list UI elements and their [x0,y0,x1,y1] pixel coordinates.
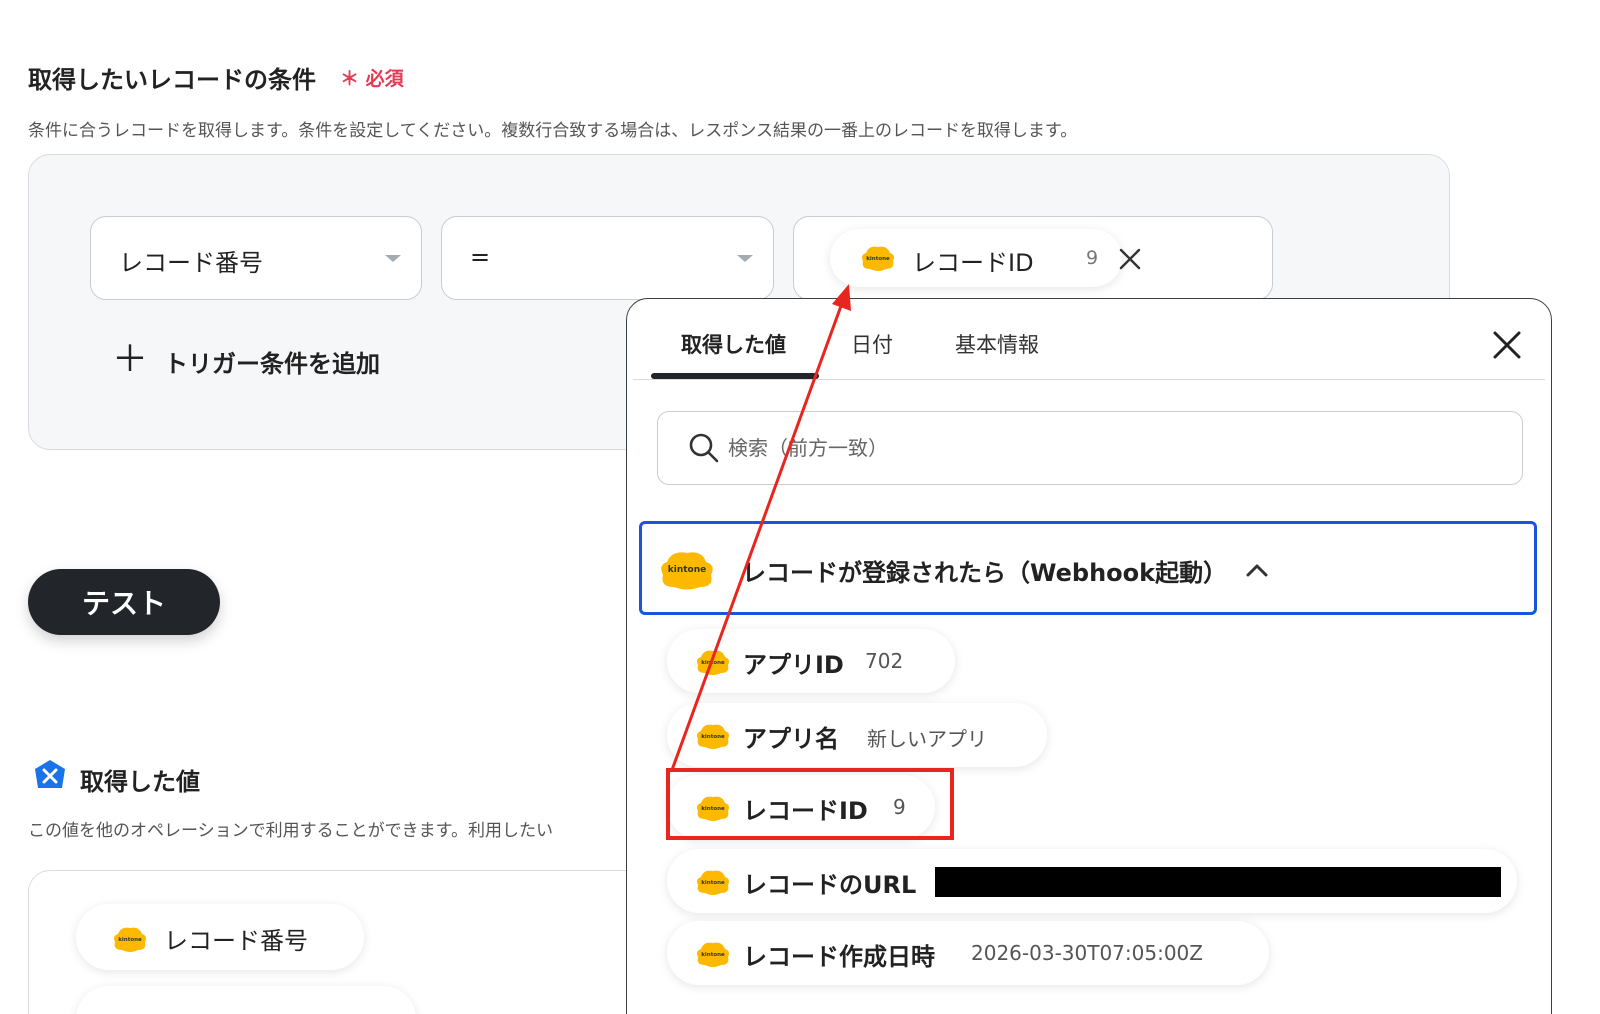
operator-select[interactable]: = [441,216,774,300]
svg-text:kintone: kintone [701,952,725,958]
list-item-record-created-at[interactable]: kintone レコード作成日時 2026-03-30T07:05:00Z [667,921,1269,985]
item-label: レコード作成日時 [743,943,935,971]
trigger-group-header[interactable]: kintone レコードが登録されたら（Webhook起動） [639,521,1537,615]
kintone-logo-icon: kintone [661,552,713,590]
list-item-app-name[interactable]: kintone アプリ名 新しいアプリ [667,703,1047,767]
condition-section-title: 取得したいレコードの条件 [28,66,316,94]
chevron-up-icon [1246,564,1268,577]
field-select[interactable]: レコード番号 [90,216,422,300]
required-badge: ＊ 必須 [340,68,404,90]
value-item-chip[interactable]: kintone レコード番号 [76,904,364,970]
search-icon [689,433,719,463]
tab-retrieved-values[interactable]: 取得した値 [681,329,786,359]
caret-down-icon [737,255,753,262]
search-input[interactable] [728,430,1428,466]
test-button[interactable]: テスト [28,569,220,635]
value-chip-label: レコードID [912,249,1034,277]
item-value: 702 [865,649,904,673]
svg-text:kintone: kintone [668,565,706,575]
kintone-logo-icon: kintone [114,927,146,952]
value-chip[interactable]: kintone レコードID 9 [830,229,1141,287]
operator-select-value: = [470,243,491,271]
item-label: アプリID [743,651,844,679]
search-field[interactable] [657,411,1523,485]
list-item-record-url[interactable]: kintone レコードのURL [667,849,1517,913]
redacted-value [935,867,1501,897]
variable-picker-dropdown: 取得した値 日付 基本情報 kintone レコードが登録されたら（Webhoo… [626,298,1552,1014]
item-value: 2026-03-30T07:05:00Z [971,941,1203,965]
plus-icon: ＋ [112,339,149,380]
add-condition-label: トリガー条件を追加 [164,350,380,378]
item-value: 新しいアプリ [867,727,987,751]
svg-text:kintone: kintone [118,937,142,943]
trigger-group-title: レコードが登録されたら（Webhook起動） [742,559,1228,587]
kintone-logo-icon: kintone [697,870,729,895]
field-select-value: レコード番号 [119,249,263,277]
value-item-chip[interactable] [76,986,416,1014]
tab-basic-info[interactable]: 基本情報 [955,329,1039,359]
list-item-app-id[interactable]: kintone アプリID 702 [667,629,955,693]
tab-date[interactable]: 日付 [851,329,893,359]
tab-divider [633,379,1545,380]
svg-text:kintone: kintone [866,256,890,262]
kintone-logo-icon: kintone [862,246,894,271]
kintone-logo-icon: kintone [697,650,729,675]
value-input[interactable]: kintone レコードID 9 [793,216,1273,300]
kintone-logo-icon: kintone [697,724,729,749]
svg-text:kintone: kintone [701,734,725,740]
value-item-label: レコード番号 [164,927,308,955]
condition-description: 条件に合うレコードを取得します。条件を設定してください。複数行合致する場合は、レ… [28,121,1078,141]
variable-icon [35,760,65,788]
caret-down-icon [385,255,401,262]
close-icon[interactable] [1118,247,1142,271]
svg-text:kintone: kintone [701,880,725,886]
values-title: 取得した値 [80,768,200,796]
close-icon[interactable] [1491,329,1523,361]
value-chip-value: 9 [1086,247,1099,269]
item-label: アプリ名 [743,725,839,753]
values-description: この値を他のオペレーションで利用することができます。利用したい [28,821,553,841]
annotation-highlight-box [666,768,954,840]
svg-text:kintone: kintone [701,660,725,666]
item-label: レコードのURL [743,871,917,899]
kintone-logo-icon: kintone [697,942,729,967]
